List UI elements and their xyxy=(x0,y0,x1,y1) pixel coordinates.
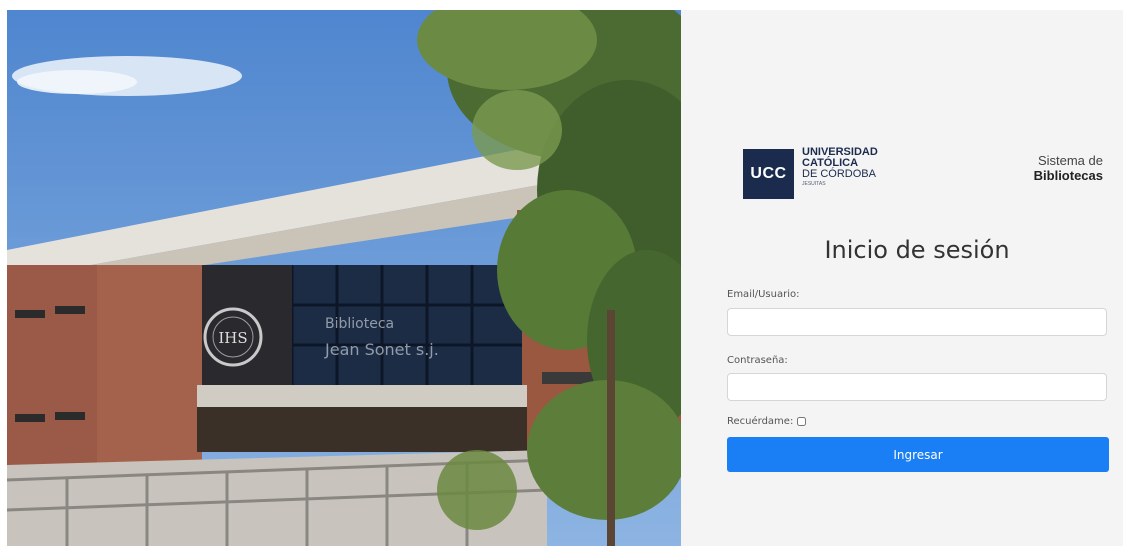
email-field[interactable] xyxy=(727,308,1107,336)
brand-header: UCC UNIVERSIDAD CATÓLICA DE CÓRDOBA JESU… xyxy=(743,147,1103,207)
password-label: Contraseña: xyxy=(727,355,788,366)
login-page: IHS Biblioteca Jean Sonet s.j. UCC UNIVE… xyxy=(0,0,1131,551)
ucc-logo: UCC xyxy=(743,149,794,199)
emblem-text: IHS xyxy=(218,329,247,347)
university-name-line4: JESUITAS xyxy=(802,181,826,187)
library-system-line2: Bibliotecas xyxy=(1033,168,1103,183)
ucc-logo-text: UCC xyxy=(750,165,787,182)
password-field[interactable] xyxy=(727,373,1107,401)
remember-me-checkbox[interactable] xyxy=(797,417,807,426)
library-system-label: Sistema de Bibliotecas xyxy=(973,153,1103,183)
university-name-line3: DE CÓRDOBA xyxy=(802,168,876,180)
page-title: Inicio de sesión xyxy=(824,236,1010,264)
building-sign-line1: Biblioteca xyxy=(325,316,394,332)
remember-me-label: Recuérdame: xyxy=(727,416,794,427)
remember-me-row: Recuérdame: xyxy=(727,416,807,427)
email-label: Email/Usuario: xyxy=(727,289,800,300)
login-panel: UCC UNIVERSIDAD CATÓLICA DE CÓRDOBA JESU… xyxy=(681,10,1123,546)
university-name: UNIVERSIDAD CATÓLICA DE CÓRDOBA JESUITAS xyxy=(802,147,942,188)
library-building-photo: IHS Biblioteca Jean Sonet s.j. xyxy=(7,10,681,546)
building-sign-line2: Jean Sonet s.j. xyxy=(324,340,439,359)
login-button[interactable]: Ingresar xyxy=(727,437,1109,472)
library-system-line1: Sistema de xyxy=(1037,153,1103,168)
